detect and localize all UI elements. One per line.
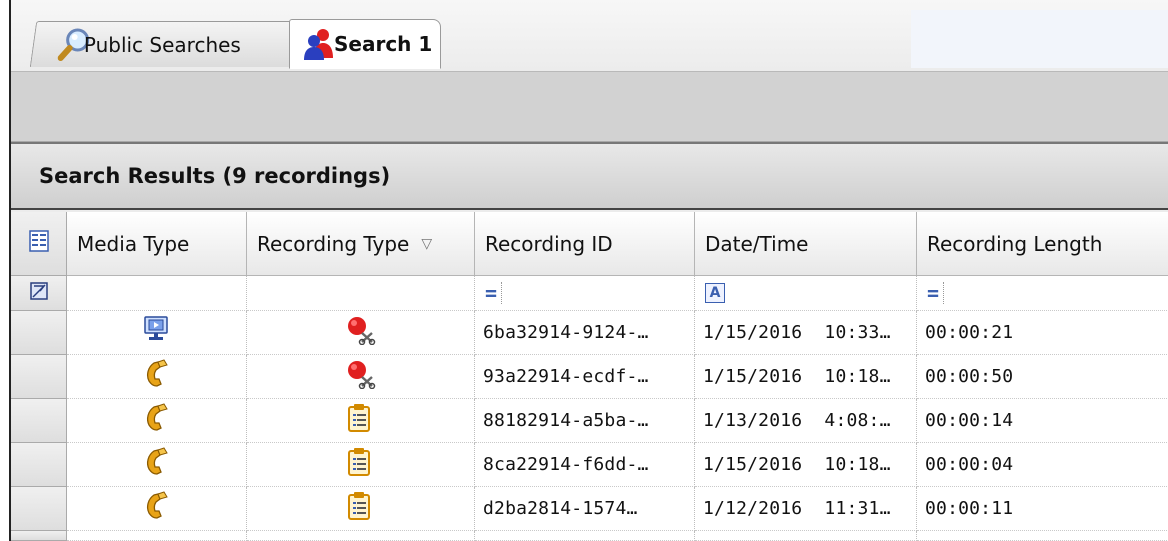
recording-id-cell: 93a22914-ecdf-… <box>475 355 695 399</box>
recording-length-cell: 00:00:50 <box>917 355 1168 399</box>
clear-filter-icon <box>29 281 48 305</box>
filter-operator-text[interactable]: A <box>705 283 725 303</box>
media-type-cell <box>67 355 247 399</box>
column-chooser-button[interactable] <box>11 212 67 276</box>
search-results-header: Search Results (9 recordings) <box>11 142 1168 210</box>
date-time: 1/15/2016 10:33… <box>703 322 891 343</box>
clipboard-icon <box>346 403 376 438</box>
recording-length: 00:00:50 <box>925 366 1014 387</box>
date-time-cell: 1/15/2016 10:33… <box>695 311 917 355</box>
phone-icon <box>143 403 171 438</box>
clipboard-icon <box>346 447 376 482</box>
grid-body: 6ba32914-9124-… 1/15/2016 10:33… 00:00:21 9… <box>11 311 1168 531</box>
filter-operator-equals[interactable]: = <box>927 281 945 305</box>
media-type-cell <box>67 443 247 487</box>
column-header-label: Media Type <box>77 231 190 256</box>
recording-length-cell: 00:00:04 <box>917 443 1168 487</box>
sort-descending-icon: ▽ <box>421 235 433 252</box>
toolbar <box>11 72 1168 142</box>
date-time: 1/13/2016 4:08:… <box>703 410 891 431</box>
media-type-cell <box>67 399 247 443</box>
recording-id: 8ca22914-f6dd-… <box>483 454 649 475</box>
date-time-cell: 1/15/2016 10:18… <box>695 355 917 399</box>
date-time: 1/15/2016 10:18… <box>703 454 891 475</box>
row-selector[interactable] <box>11 355 67 399</box>
table-row[interactable]: 8ca22914-f6dd-… 1/15/2016 10:18… 00:00:04 <box>11 443 1168 487</box>
recording-type-cell <box>247 311 475 355</box>
filter-recording-type[interactable] <box>247 276 475 311</box>
date-time: 1/12/2016 11:31… <box>703 498 891 519</box>
search-results-title: Search Results (9 recordings) <box>39 164 391 188</box>
column-header-label: Recording Type <box>257 231 410 256</box>
recording-length: 00:00:21 <box>925 322 1014 343</box>
column-header-recording-id[interactable]: Recording ID <box>475 212 695 276</box>
row-selector[interactable] <box>11 443 67 487</box>
column-header-date-time[interactable]: Date/Time <box>695 212 917 276</box>
tab-search-1[interactable]: Search 1 <box>289 19 441 69</box>
recording-type-cell <box>247 399 475 443</box>
recording-length: 00:00:11 <box>925 498 1014 519</box>
table-row-partial <box>11 531 1168 541</box>
recording-id: 6ba32914-9124-… <box>483 322 649 343</box>
results-grid: Media Type Recording Type ▽ Recording ID … <box>11 212 1168 541</box>
column-header-media-type[interactable]: Media Type <box>67 212 247 276</box>
filter-recording-length[interactable]: = <box>917 276 1168 311</box>
recording-length: 00:00:14 <box>925 410 1014 431</box>
clear-filter-button[interactable] <box>11 276 67 311</box>
column-header-label: Recording Length <box>927 231 1103 256</box>
media-type-cell <box>67 487 247 531</box>
recording-length-cell: 00:00:14 <box>917 399 1168 443</box>
recording-length: 00:00:04 <box>925 454 1014 475</box>
column-header-recording-length[interactable]: Recording Length <box>917 212 1168 276</box>
recording-id-cell: 6ba32914-9124-… <box>475 311 695 355</box>
recording-id-cell: d2ba2814-1574… <box>475 487 695 531</box>
recording-id: 93a22914-ecdf-… <box>483 366 649 387</box>
recording-type-cell <box>247 487 475 531</box>
filter-media-type[interactable] <box>67 276 247 311</box>
grid-header-row: Media Type Recording Type ▽ Recording ID … <box>11 212 1168 276</box>
recording-id: 88182914-a5ba-… <box>483 410 649 431</box>
tab-public-searches-label: Public Searches <box>83 32 241 57</box>
screen-recording-icon <box>143 315 171 350</box>
tab-strip-fill <box>911 10 1168 68</box>
phone-icon <box>143 359 171 394</box>
tab-public-searches[interactable]: Public Searches <box>29 21 305 67</box>
row-selector[interactable] <box>11 399 67 443</box>
recording-cut-icon <box>346 359 376 394</box>
clipboard-icon <box>346 491 376 526</box>
recording-id: d2ba2814-1574… <box>483 498 638 519</box>
application-window: Public Searches Search 1 Search Results … <box>9 0 1168 541</box>
phone-icon <box>143 447 171 482</box>
recording-type-cell <box>247 443 475 487</box>
recording-type-cell <box>247 355 475 399</box>
recording-id-cell: 8ca22914-f6dd-… <box>475 443 695 487</box>
column-header-label: Recording ID <box>485 231 613 256</box>
filter-row: = A = <box>11 276 1168 311</box>
table-row[interactable]: 93a22914-ecdf-… 1/15/2016 10:18… 00:00:50 <box>11 355 1168 399</box>
date-time-cell: 1/15/2016 10:18… <box>695 443 917 487</box>
date-time: 1/15/2016 10:18… <box>703 366 891 387</box>
filter-date-time[interactable]: A <box>695 276 917 311</box>
filter-operator-equals[interactable]: = <box>485 281 503 305</box>
row-selector[interactable] <box>11 311 67 355</box>
phone-icon <box>143 491 171 526</box>
date-time-cell: 1/12/2016 11:31… <box>695 487 917 531</box>
tab-strip: Public Searches Search 1 <box>11 0 1168 72</box>
date-time-cell: 1/13/2016 4:08:… <box>695 399 917 443</box>
filter-recording-id[interactable]: = <box>475 276 695 311</box>
table-row[interactable]: d2ba2814-1574… 1/12/2016 11:31… 00:00:11 <box>11 487 1168 531</box>
recording-id-cell: 88182914-a5ba-… <box>475 399 695 443</box>
recording-cut-icon <box>346 315 376 350</box>
recording-length-cell: 00:00:21 <box>917 311 1168 355</box>
column-header-label: Date/Time <box>705 231 809 256</box>
media-type-cell <box>67 311 247 355</box>
recording-length-cell: 00:00:11 <box>917 487 1168 531</box>
column-header-recording-type[interactable]: Recording Type ▽ <box>247 212 475 276</box>
table-row[interactable]: 88182914-a5ba-… 1/13/2016 4:08:… 00:00:14 <box>11 399 1168 443</box>
row-selector[interactable] <box>11 487 67 531</box>
table-row[interactable]: 6ba32914-9124-… 1/15/2016 10:33… 00:00:21 <box>11 311 1168 355</box>
users-icon <box>304 28 334 65</box>
column-chooser-icon <box>28 230 49 257</box>
tab-search-1-label: Search 1 <box>334 32 433 56</box>
